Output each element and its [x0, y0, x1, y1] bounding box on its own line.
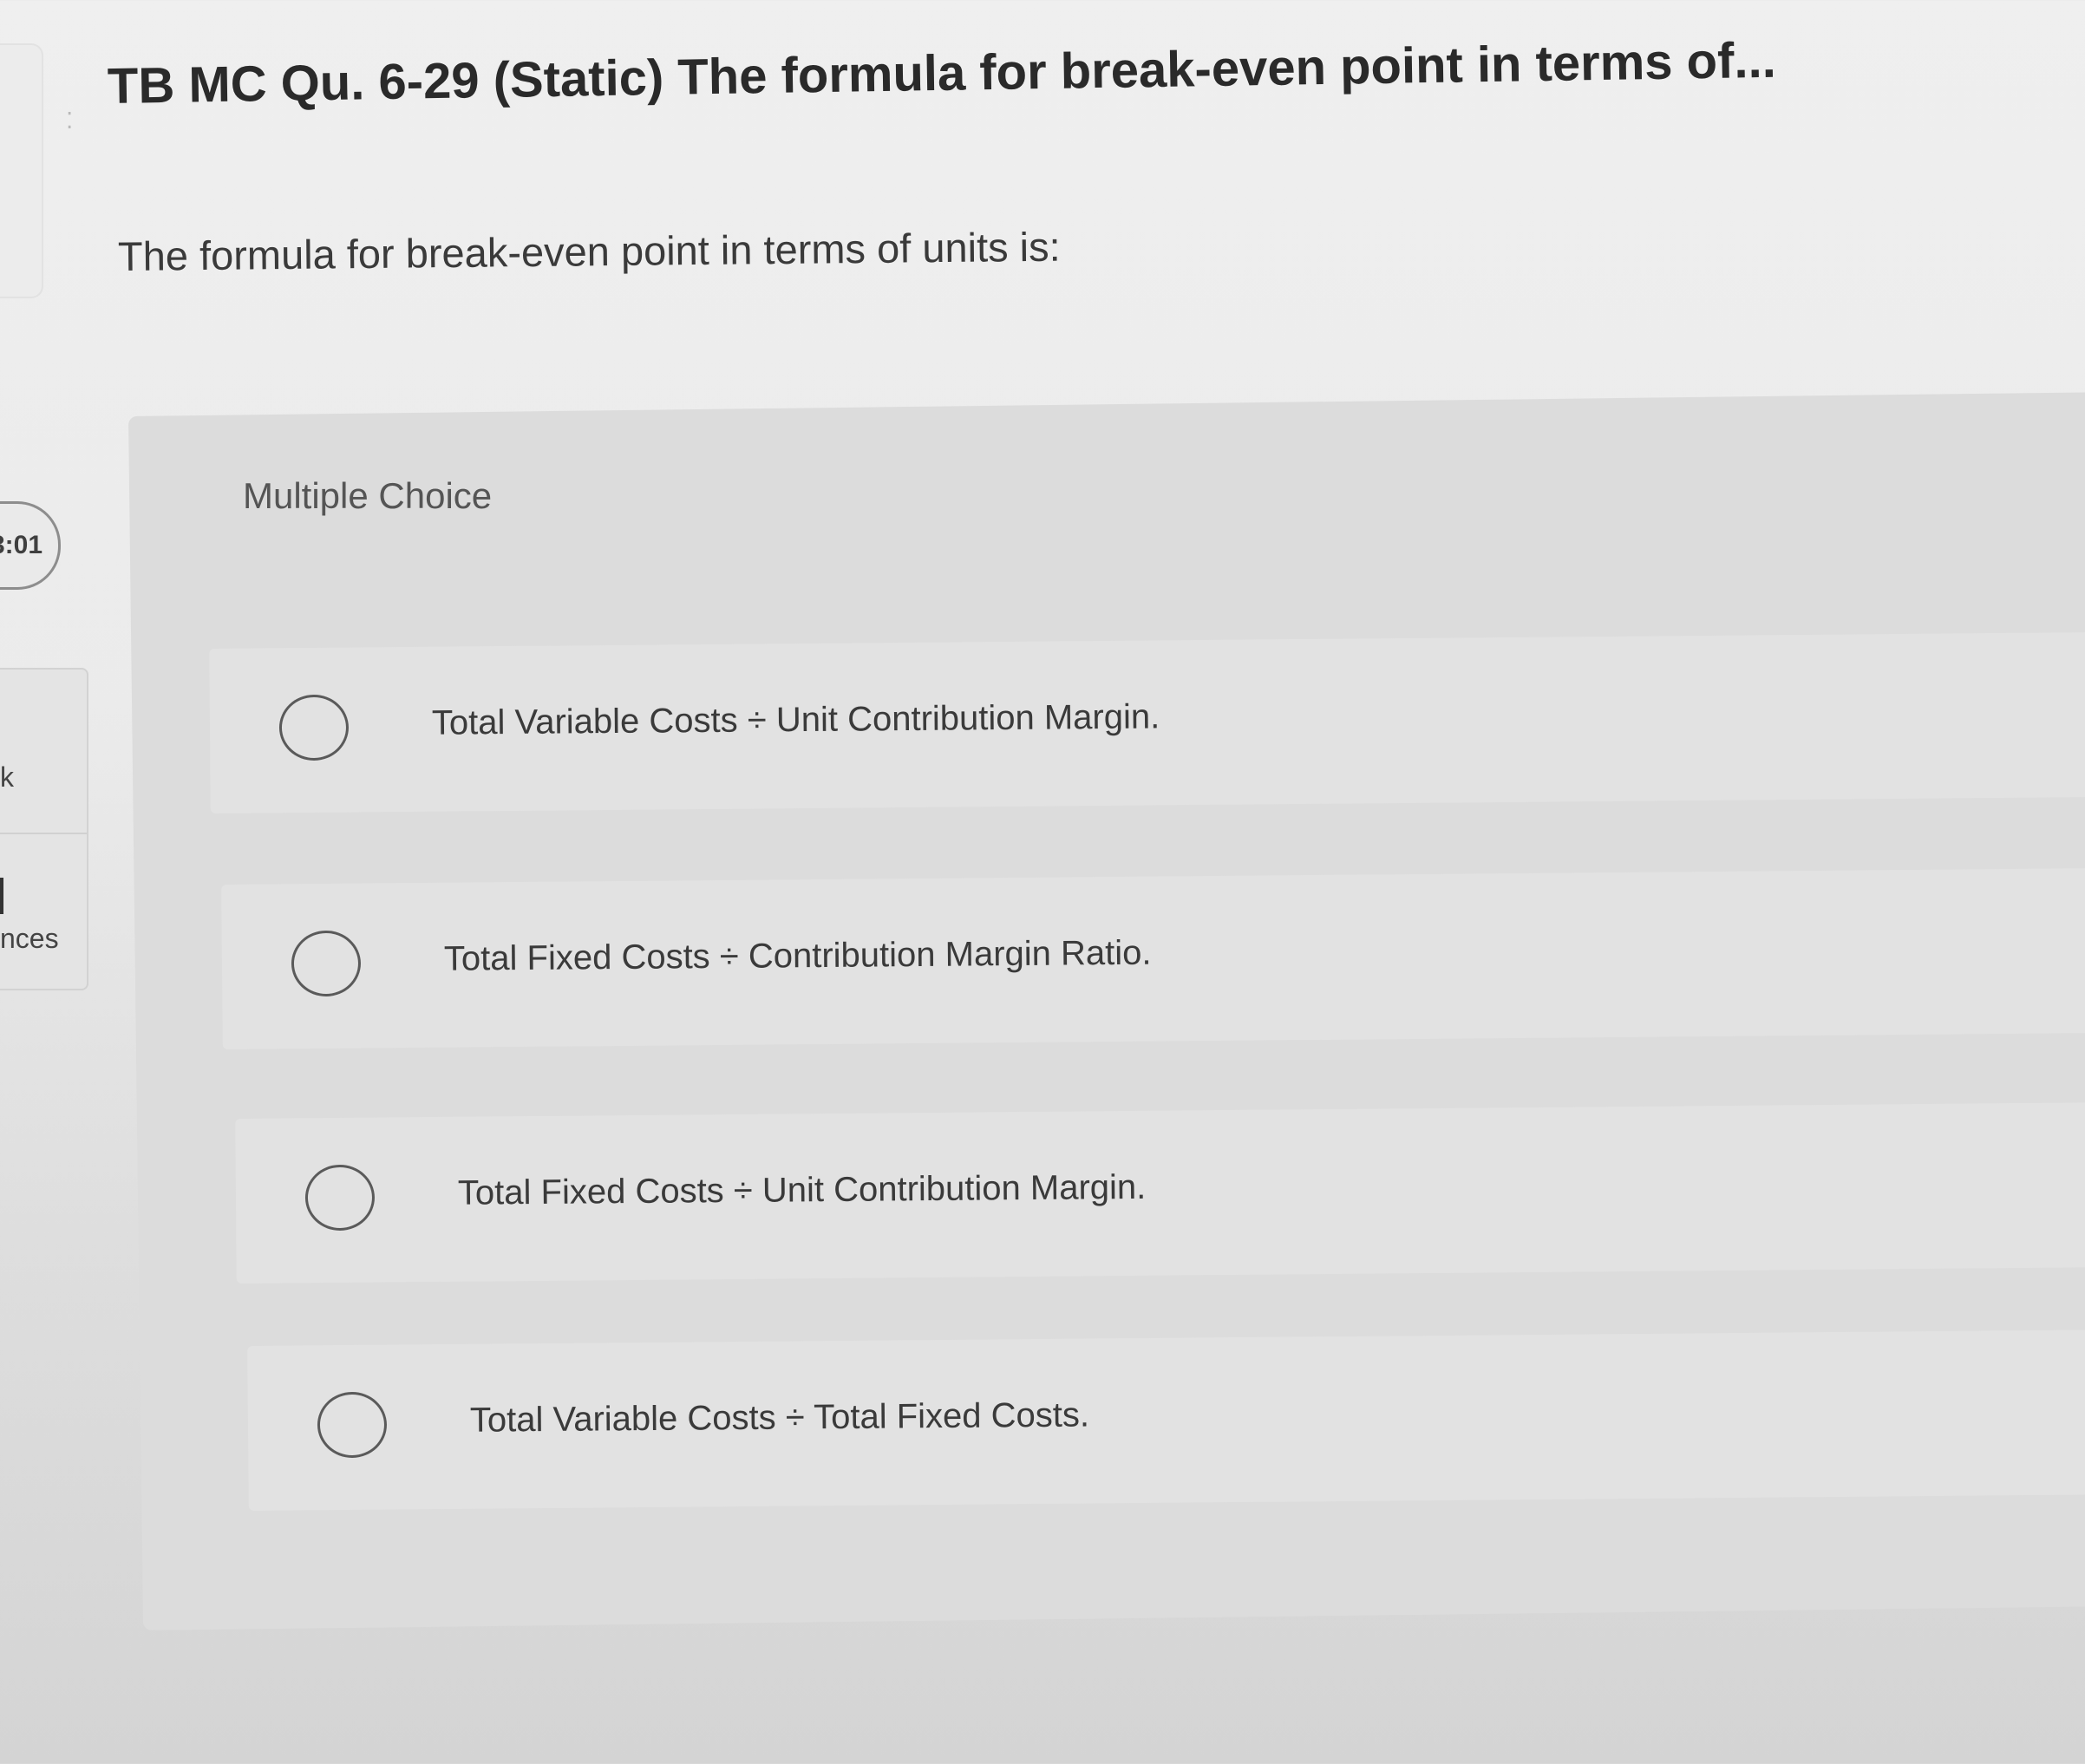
- sidebar-divider: [0, 833, 87, 834]
- answer-option-b[interactable]: Total Fixed Costs ÷ Contribution Margin …: [221, 867, 2085, 1049]
- radio-button-icon[interactable]: [278, 694, 350, 761]
- timer-text: 3:01: [0, 531, 42, 559]
- answer-option-label[interactable]: Total Variable Costs ÷ Unit Contribution…: [432, 697, 1160, 742]
- drag-handle-icon[interactable]: ⁚: [66, 108, 75, 134]
- radio-button-icon[interactable]: [304, 1164, 376, 1232]
- sidebar-item-indicator: [0, 878, 3, 914]
- sidebar-item-references[interactable]: nces: [0, 923, 59, 955]
- answer-option-d[interactable]: Total Variable Costs ÷ Total Fixed Costs…: [247, 1329, 2085, 1511]
- radio-button-icon[interactable]: [291, 930, 362, 997]
- question-prompt: The formula for break-even point in term…: [117, 223, 1061, 279]
- sidebar-item-partial[interactable]: k: [0, 761, 14, 794]
- answer-option-label[interactable]: Total Fixed Costs ÷ Contribution Margin …: [444, 934, 1152, 979]
- question-title: TB MC Qu. 6-29 (Static) The formula for …: [107, 31, 1777, 114]
- question-type-label: Multiple Choice: [243, 475, 493, 516]
- answer-option-c[interactable]: Total Fixed Costs ÷ Unit Contribution Ma…: [235, 1101, 2085, 1284]
- radio-button-icon[interactable]: [317, 1391, 388, 1459]
- sidebar-card: [0, 43, 43, 298]
- timer-badge[interactable]: 3:01: [0, 501, 61, 590]
- answer-option-a[interactable]: Total Variable Costs ÷ Unit Contribution…: [209, 631, 2085, 813]
- answer-option-label[interactable]: Total Fixed Costs ÷ Unit Contribution Ma…: [458, 1168, 1147, 1213]
- answer-option-label[interactable]: Total Variable Costs ÷ Total Fixed Costs…: [470, 1396, 1089, 1441]
